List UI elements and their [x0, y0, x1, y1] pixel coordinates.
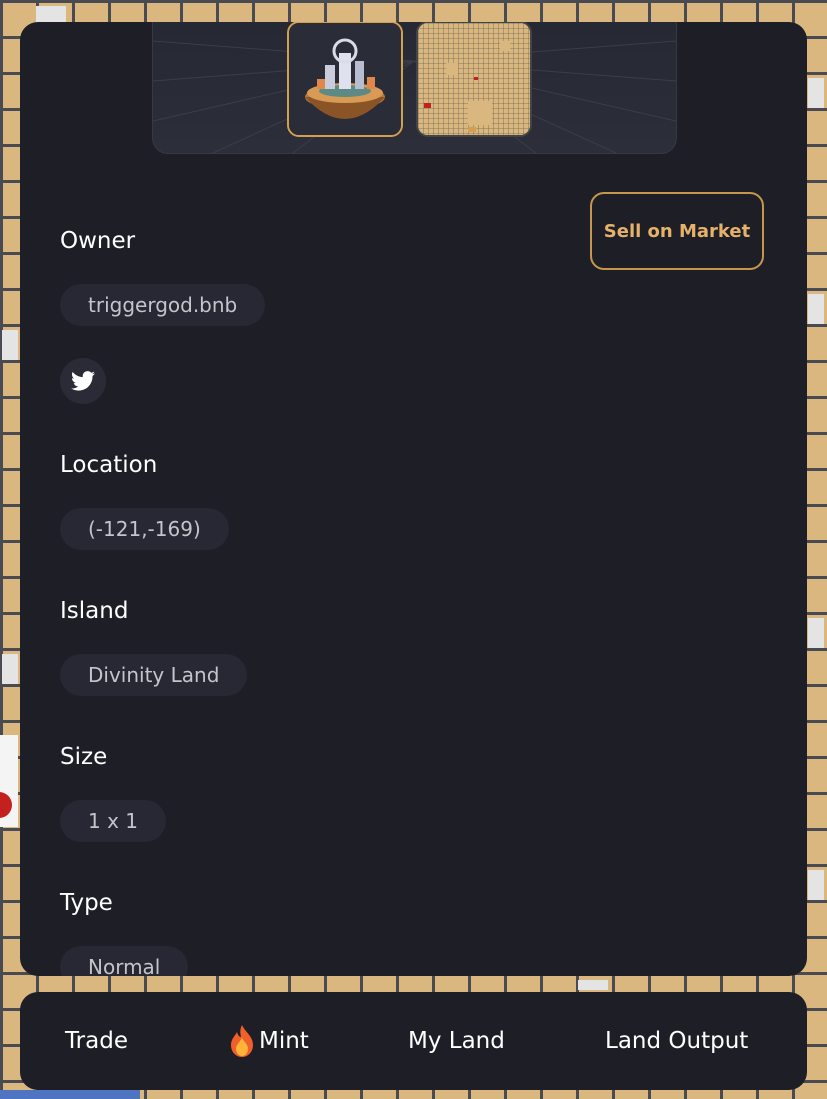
nav-land-output[interactable]: Land Output — [605, 992, 748, 1090]
location-value: (-121,-169) — [60, 508, 229, 550]
map-tile — [808, 618, 824, 648]
island-image-icon — [289, 23, 401, 135]
owner-value: triggergod.bnb — [60, 284, 266, 326]
map-tile — [2, 330, 18, 360]
preview-backdrop — [153, 40, 676, 153]
location-label: Location — [60, 452, 158, 478]
nav-trade[interactable]: Trade — [65, 992, 128, 1090]
island-label: Island — [60, 598, 129, 624]
land-preview — [152, 22, 677, 154]
map-tile — [808, 870, 824, 900]
flame-icon — [231, 1025, 253, 1057]
twitter-icon — [71, 371, 95, 391]
nav-my-land[interactable]: My Land — [408, 992, 505, 1090]
island-thumbnail[interactable] — [287, 22, 403, 137]
sell-on-market-button[interactable]: Sell on Market — [590, 192, 764, 270]
land-detail-panel: Sell on Market Owner triggergod.bnb Loca… — [20, 22, 807, 976]
nav-mint[interactable]: Mint — [227, 992, 309, 1090]
type-label: Type — [60, 890, 113, 916]
minimap-icon — [418, 23, 530, 135]
twitter-button[interactable] — [60, 358, 106, 404]
island-value: Divinity Land — [60, 654, 248, 696]
size-label: Size — [60, 744, 108, 770]
map-tile — [808, 294, 824, 324]
map-thumbnail[interactable] — [416, 22, 532, 137]
map-tile — [808, 78, 824, 108]
owner-label: Owner — [60, 228, 136, 254]
bottom-navigation: Trade Mint My Land Land Output — [20, 992, 807, 1090]
map-edge-block — [0, 1090, 140, 1099]
size-value: 1 x 1 — [60, 800, 166, 842]
type-value: Normal — [60, 946, 189, 976]
nav-mint-label: Mint — [259, 1028, 309, 1054]
map-tile — [2, 654, 18, 684]
map-tile — [578, 980, 608, 990]
